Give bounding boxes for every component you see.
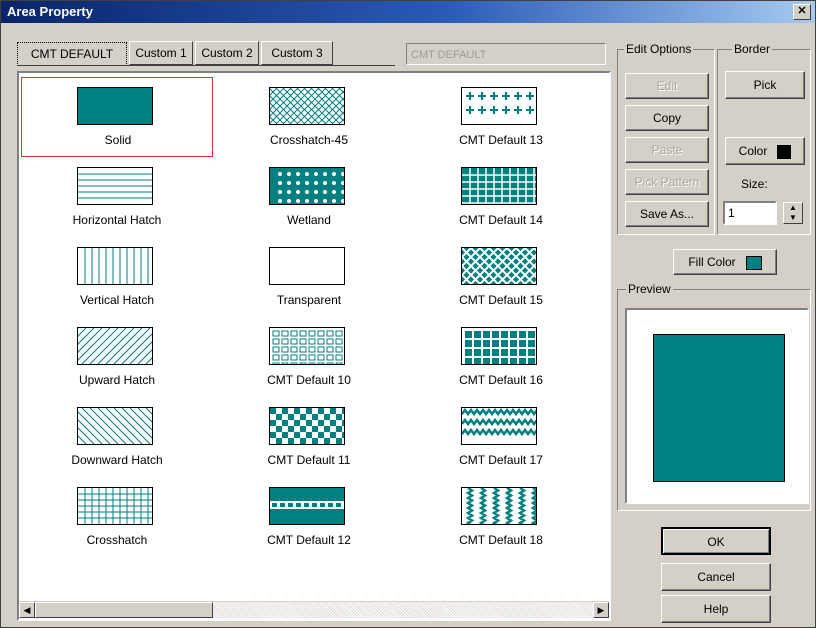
pattern-swatch-upward-hatch xyxy=(77,327,153,365)
pattern-label: CMT Default 15 xyxy=(459,293,543,307)
pattern-item[interactable]: CMT Default 15 xyxy=(405,237,597,317)
pattern-item[interactable]: CMT Default 10 xyxy=(213,317,405,397)
copy-button[interactable]: Copy xyxy=(625,105,709,131)
pattern-label: Transparent xyxy=(276,293,342,307)
pattern-item[interactable]: Solid xyxy=(21,77,213,157)
pattern-item[interactable]: CMT Default 14 xyxy=(405,157,597,237)
pattern-swatch-crosshatch-45 xyxy=(269,87,345,125)
pattern-label: CMT Default 18 xyxy=(459,533,543,547)
tab-underline xyxy=(17,65,395,68)
pattern-name-field[interactable]: CMT DEFAULT xyxy=(406,43,606,65)
pattern-label: CMT Default 11 xyxy=(267,453,351,467)
pattern-item[interactable]: CMT Default 12 xyxy=(213,477,405,557)
pattern-label: Horizontal Hatch xyxy=(72,213,162,227)
pick-pattern-label: Pick Pattern xyxy=(634,175,700,189)
pick-pattern-button[interactable]: Pick Pattern xyxy=(625,169,709,195)
pattern-swatch-dense-grid xyxy=(461,167,537,205)
paste-button[interactable]: Paste xyxy=(625,137,709,163)
size-down-icon[interactable]: ▼ xyxy=(784,213,802,223)
preview-pane xyxy=(625,308,809,504)
pattern-swatch-dots xyxy=(269,167,345,205)
border-size-input[interactable]: 1 xyxy=(723,201,777,225)
pattern-label: Wetland xyxy=(287,213,331,227)
pattern-swatch-small-squares xyxy=(269,327,345,365)
pattern-label: Downward Hatch xyxy=(71,453,163,467)
cancel-button[interactable]: Cancel xyxy=(661,563,771,591)
pattern-item[interactable]: Crosshatch-45 xyxy=(213,77,405,157)
pattern-item[interactable]: Horizontal Hatch xyxy=(21,157,213,237)
pattern-label: CMT Default 10 xyxy=(267,373,351,387)
pattern-swatch-plus-marks xyxy=(461,87,537,125)
pattern-swatch-horizontal-hatch xyxy=(77,167,153,205)
pattern-swatch-square-grid xyxy=(461,327,537,365)
pattern-item[interactable]: CMT Default 16 xyxy=(405,317,597,397)
tab-custom-2[interactable]: Custom 2 xyxy=(195,41,259,65)
pattern-swatch-downward-hatch xyxy=(77,407,153,445)
title-bar[interactable]: Area Property ✕ xyxy=(1,1,815,23)
pattern-swatch-transparent xyxy=(269,247,345,285)
pattern-swatch-checker xyxy=(269,407,345,445)
pattern-swatch-crosshatch xyxy=(77,487,153,525)
help-button[interactable]: Help xyxy=(661,595,771,623)
pattern-item[interactable]: CMT Default 17 xyxy=(405,397,597,477)
pattern-swatch-zigzag xyxy=(461,407,537,445)
area-property-dialog: Area Property ✕ CMT DEFAULT Custom 1 Cus… xyxy=(0,0,816,628)
preview-fill xyxy=(653,334,785,482)
pattern-label: CMT Default 17 xyxy=(459,453,543,467)
pattern-swatch-solid xyxy=(77,87,153,125)
pattern-label: Crosshatch-45 xyxy=(269,133,349,147)
pattern-swatch-vertical-hatch xyxy=(77,247,153,285)
pattern-list[interactable]: Solid Crosshatch-45 CMT Default 13 Horizont… xyxy=(17,71,611,621)
pattern-label: Crosshatch xyxy=(86,533,148,547)
pattern-item[interactable]: CMT Default 18 xyxy=(405,477,597,557)
pattern-label: Upward Hatch xyxy=(78,373,156,387)
pattern-label: CMT Default 14 xyxy=(459,213,543,227)
fill-color-button[interactable]: Fill Color xyxy=(673,249,777,275)
tab-cmt-default[interactable]: CMT DEFAULT xyxy=(17,42,127,66)
pattern-label: CMT Default 12 xyxy=(267,533,351,547)
border-color-swatch xyxy=(777,144,792,159)
size-up-icon[interactable]: ▲ xyxy=(784,203,802,213)
border-title: Border xyxy=(732,42,773,56)
paste-button-label: Paste xyxy=(651,143,683,157)
pattern-item[interactable]: CMT Default 13 xyxy=(405,77,597,157)
pattern-item[interactable]: Crosshatch xyxy=(21,477,213,557)
fill-color-label: Fill Color xyxy=(688,255,736,269)
pattern-item[interactable]: CMT Default 11 xyxy=(213,397,405,477)
pattern-item[interactable]: Transparent xyxy=(213,237,405,317)
border-color-label: Color xyxy=(738,144,768,158)
ok-button[interactable]: OK xyxy=(661,527,771,555)
horizontal-scrollbar[interactable]: ◀ ▶ xyxy=(19,601,609,618)
scroll-left-button[interactable]: ◀ xyxy=(19,602,35,618)
size-label: Size: xyxy=(741,177,768,191)
edit-button[interactable]: Edit xyxy=(625,73,709,99)
pattern-swatch-vertical-zigzag xyxy=(461,487,537,525)
pattern-label: Solid xyxy=(104,133,132,147)
border-color-button[interactable]: Color xyxy=(725,137,805,165)
save-as-button[interactable]: Save As... xyxy=(625,201,709,227)
close-button[interactable]: ✕ xyxy=(793,4,811,20)
pattern-label: CMT Default 13 xyxy=(459,133,543,147)
size-spinner[interactable]: ▲ ▼ xyxy=(783,202,803,224)
pattern-item[interactable]: Downward Hatch xyxy=(21,397,213,477)
pattern-label: Vertical Hatch xyxy=(79,293,155,307)
fill-color-swatch xyxy=(745,255,762,270)
tab-custom-1[interactable]: Custom 1 xyxy=(129,41,193,65)
border-pick-button[interactable]: Pick xyxy=(725,71,805,99)
pattern-item[interactable]: Upward Hatch xyxy=(21,317,213,397)
scroll-thumb[interactable] xyxy=(35,602,213,618)
edit-options-title: Edit Options xyxy=(624,42,694,56)
pattern-item[interactable]: Wetland xyxy=(213,157,405,237)
pattern-swatch-dashed-band xyxy=(269,487,345,525)
pattern-item[interactable]: Vertical Hatch xyxy=(21,237,213,317)
scroll-right-button[interactable]: ▶ xyxy=(593,602,609,618)
preview-title: Preview xyxy=(626,282,673,296)
edit-button-label: Edit xyxy=(656,79,678,93)
window-title: Area Property xyxy=(7,4,93,19)
pattern-label: CMT Default 16 xyxy=(459,373,543,387)
pattern-swatch-diamond-lattice xyxy=(461,247,537,285)
tab-custom-3[interactable]: Custom 3 xyxy=(261,41,333,65)
